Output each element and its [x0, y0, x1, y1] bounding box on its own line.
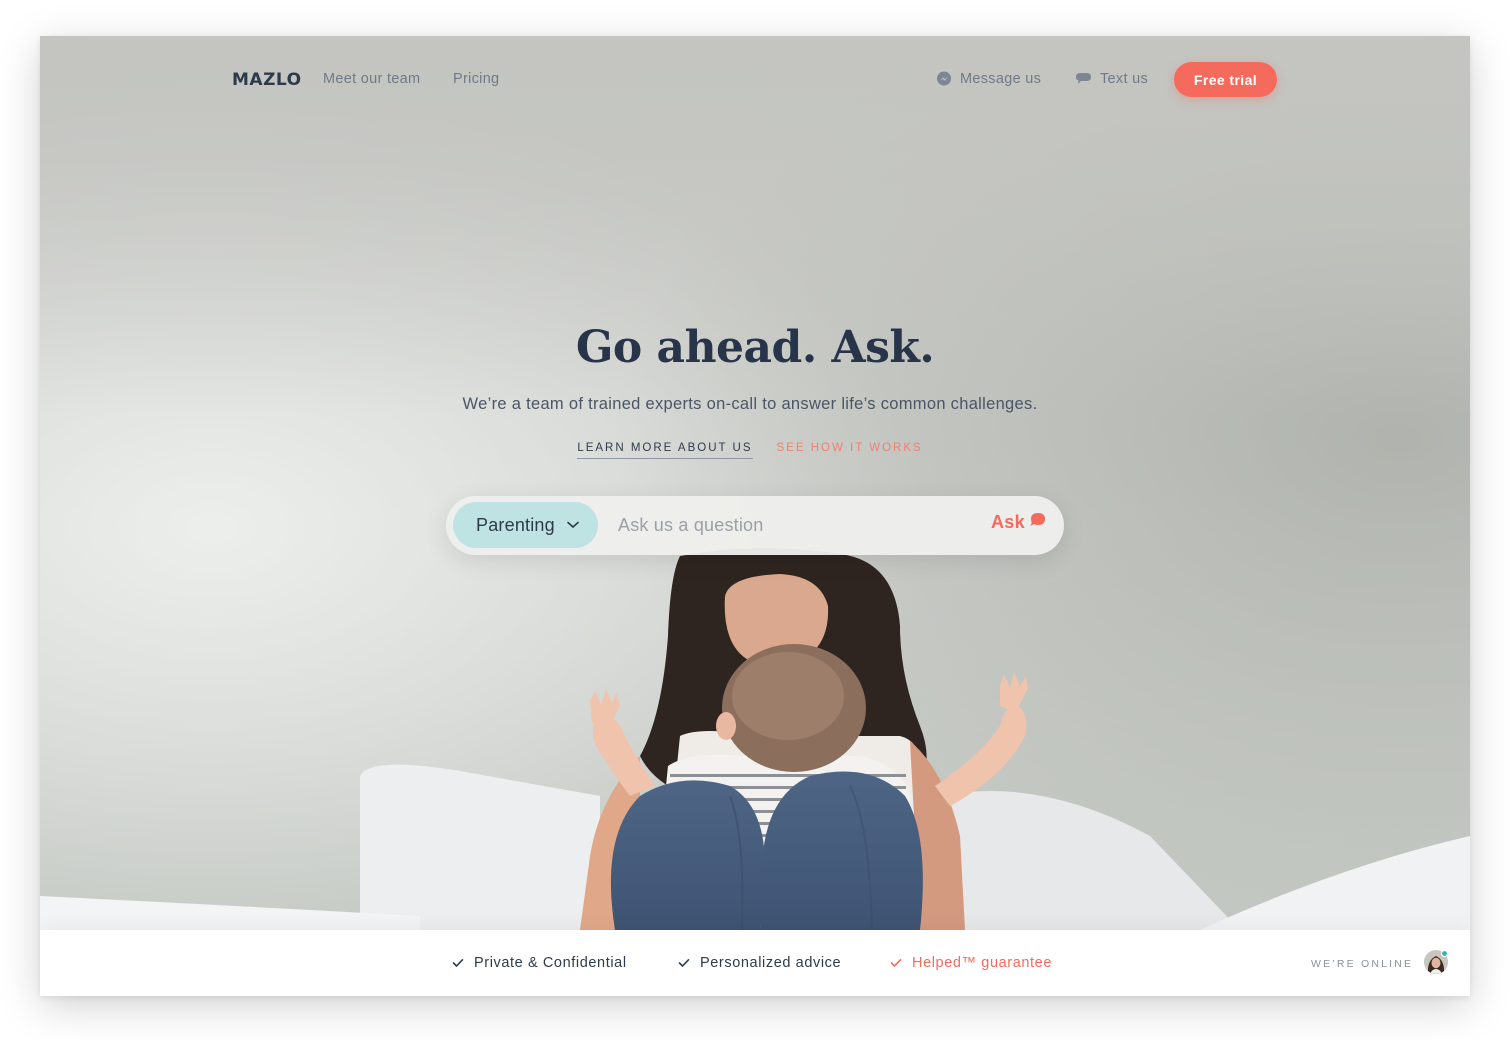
see-how-it-works-link[interactable]: SEE HOW IT WORKS — [777, 442, 923, 459]
question-search-bar: Parenting Ask — [446, 496, 1064, 555]
feature-guarantee[interactable]: Helped™ guarantee — [890, 955, 1052, 971]
text-us-label: Text us — [1100, 71, 1149, 87]
hero-background-image — [40, 36, 1470, 930]
feature-personalized: Personalized advice — [678, 955, 841, 971]
topic-selected-value: Parenting — [476, 514, 555, 535]
browser-window: MAZLO Meet our team Pricing Message us T… — [40, 36, 1470, 996]
feature-label: Personalized advice — [700, 955, 842, 971]
feature-private: Private & Confidential — [452, 955, 627, 971]
hero-links: LEARN MORE ABOUT US SEE HOW IT WORKS — [40, 442, 1460, 459]
feature-label: Helped™ guarantee — [912, 955, 1052, 971]
ask-button[interactable]: Ask — [991, 512, 1047, 533]
chevron-down-icon — [567, 521, 579, 529]
online-status-dot — [1440, 950, 1448, 958]
question-input[interactable] — [616, 506, 966, 544]
chat-bubble-icon — [1076, 73, 1091, 84]
agent-avatar-icon[interactable] — [1424, 950, 1448, 974]
hero-title: Go ahead. Ask. — [575, 322, 935, 373]
nav-link-meet-our-team[interactable]: Meet our team — [323, 71, 420, 87]
message-us-label: Message us — [960, 71, 1042, 87]
check-icon — [890, 959, 902, 968]
hero-subtitle: We’re a team of trained experts on-call … — [462, 395, 1038, 413]
top-navigation: MAZLO Meet our team Pricing Message us T… — [40, 36, 1470, 124]
nav-link-pricing[interactable]: Pricing — [453, 71, 499, 87]
topic-dropdown[interactable]: Parenting — [453, 502, 598, 548]
mazlo-logo[interactable]: MAZLO — [232, 70, 302, 90]
free-trial-button[interactable]: Free trial — [1174, 62, 1277, 97]
check-icon — [678, 959, 690, 968]
online-status-label: WE’RE ONLINE — [1311, 958, 1414, 970]
check-icon — [452, 959, 464, 968]
text-us-link[interactable]: Text us — [1075, 71, 1148, 87]
speech-bubble-icon — [1030, 512, 1045, 526]
feature-label: Private & Confidential — [474, 955, 627, 971]
ask-label: Ask — [991, 512, 1025, 532]
message-us-link[interactable]: Message us — [936, 71, 1041, 87]
messenger-icon — [937, 71, 951, 86]
learn-more-link[interactable]: LEARN MORE ABOUT US — [577, 442, 753, 459]
trust-bar: Private & Confidential Personalized advi… — [40, 930, 1470, 996]
